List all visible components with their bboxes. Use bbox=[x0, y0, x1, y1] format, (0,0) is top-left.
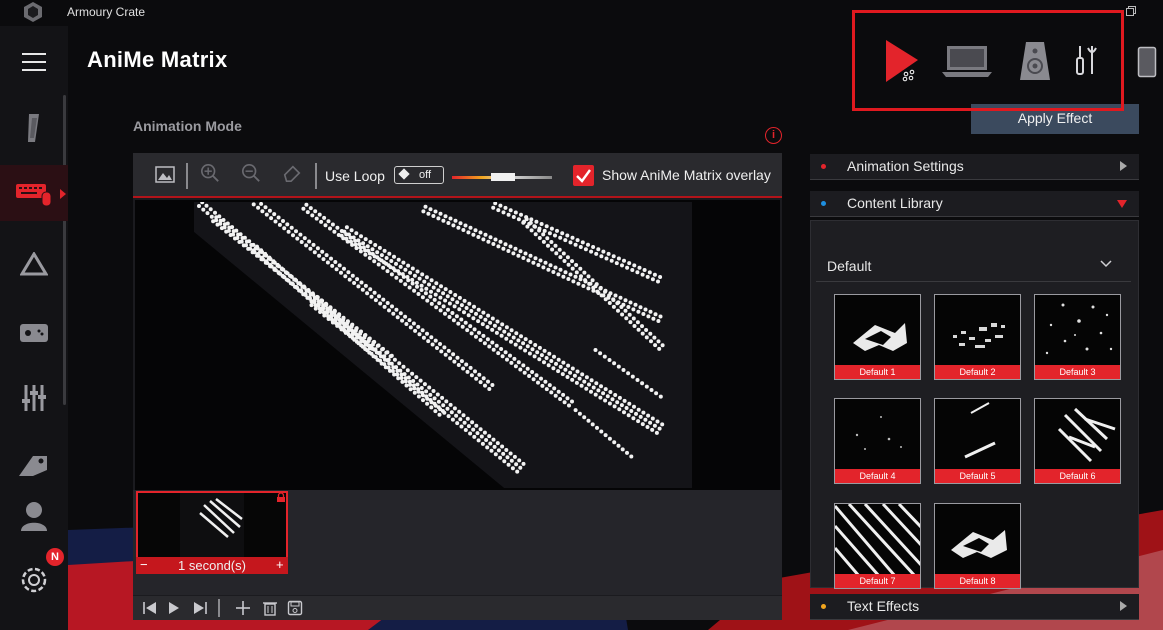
tools-icon[interactable] bbox=[1074, 44, 1098, 76]
toggle-knob bbox=[398, 168, 410, 180]
library-thumbnail[interactable]: Default 6 bbox=[1034, 398, 1121, 484]
frame-thumbnail bbox=[180, 493, 244, 559]
sidebar-item-deals[interactable] bbox=[0, 436, 68, 492]
speaker-icon[interactable] bbox=[1018, 40, 1052, 82]
scenario-profiles-icon bbox=[22, 385, 46, 411]
scatter-logo-preview bbox=[953, 323, 1005, 348]
use-loop-toggle[interactable]: off bbox=[394, 166, 444, 184]
animation-mode-label: Animation Mode bbox=[133, 118, 242, 134]
sidebar-item-scenario-profiles[interactable] bbox=[0, 370, 68, 426]
next-frame-icon[interactable] bbox=[192, 600, 208, 616]
playback-bar bbox=[133, 596, 782, 620]
game-library-icon bbox=[20, 324, 48, 342]
library-thumbnail[interactable]: Default 3 bbox=[1034, 294, 1121, 380]
play-icon[interactable] bbox=[166, 600, 182, 616]
rog-logo-icon bbox=[28, 114, 39, 142]
animation-settings-row[interactable]: Animation Settings bbox=[810, 154, 1139, 180]
content-library-dot bbox=[821, 201, 826, 206]
library-thumbnail[interactable]: Default 4 bbox=[834, 398, 921, 484]
animation-settings-dot bbox=[821, 164, 826, 169]
thumbnail-label: Default 1 bbox=[835, 365, 920, 379]
stars-preview bbox=[1045, 303, 1113, 355]
menu-icon bbox=[22, 53, 46, 71]
thumbnail-label: Default 5 bbox=[935, 469, 1020, 483]
app-title: Armoury Crate bbox=[67, 5, 146, 19]
aura-icon bbox=[20, 252, 48, 276]
comet-preview bbox=[964, 402, 996, 459]
user-center-icon bbox=[21, 502, 47, 531]
thumbnail-label: Default 2 bbox=[935, 365, 1020, 379]
play-effect-icon[interactable] bbox=[884, 38, 920, 84]
shatter-preview bbox=[1057, 407, 1116, 463]
frame-increase-button[interactable]: + bbox=[276, 557, 284, 572]
matrix-panel[interactable] bbox=[194, 200, 692, 488]
menu-button[interactable] bbox=[0, 34, 68, 90]
use-loop-label: Use Loop bbox=[325, 168, 385, 184]
toggle-state-label: off bbox=[419, 169, 432, 181]
settings-notification-badge: N bbox=[46, 548, 64, 566]
thumbnail-label: Default 7 bbox=[835, 574, 920, 588]
settings-icon bbox=[21, 567, 47, 593]
add-frame-icon[interactable] bbox=[235, 600, 251, 616]
matrix-led-pattern bbox=[194, 200, 692, 488]
toolbar-divider bbox=[186, 163, 188, 189]
window-restore-icon[interactable] bbox=[1126, 6, 1136, 16]
chevron-right-icon bbox=[1120, 161, 1127, 171]
library-thumbnail[interactable]: Default 1 bbox=[834, 294, 921, 380]
sidebar-item-device[interactable] bbox=[0, 165, 68, 221]
text-effects-label: Text Effects bbox=[847, 598, 920, 614]
sidebar-item-user-center[interactable] bbox=[0, 488, 68, 544]
dots-preview bbox=[855, 416, 902, 450]
thumbnail-label: Default 3 bbox=[1035, 365, 1120, 379]
rog-logo-preview bbox=[951, 530, 1007, 558]
content-library-row[interactable]: Content Library bbox=[810, 191, 1139, 217]
previous-frame-icon[interactable] bbox=[142, 600, 158, 616]
deals-icon bbox=[19, 456, 47, 476]
page-title: AniMe Matrix bbox=[87, 47, 228, 72]
library-thumbnail[interactable]: Default 8 bbox=[934, 503, 1021, 589]
library-dropdown-value: Default bbox=[827, 258, 872, 274]
thumbnail-label: Default 4 bbox=[835, 469, 920, 483]
playback-divider bbox=[218, 599, 220, 617]
toolbar-divider bbox=[315, 163, 317, 189]
frame-decrease-button[interactable]: − bbox=[140, 557, 148, 572]
eraser-icon[interactable] bbox=[281, 163, 303, 183]
delete-frame-icon[interactable] bbox=[262, 600, 278, 616]
thumbnail-label: Default 8 bbox=[935, 574, 1020, 588]
rog-logo-preview bbox=[853, 323, 907, 351]
zoom-in-icon[interactable] bbox=[199, 163, 221, 183]
save-icon[interactable] bbox=[287, 600, 303, 616]
sidebar-item-game-library[interactable] bbox=[0, 304, 68, 360]
device-keyboard-icon bbox=[16, 184, 52, 207]
chevron-down-icon bbox=[1117, 200, 1127, 208]
chevron-right-icon bbox=[1120, 601, 1127, 611]
lock-icon[interactable] bbox=[277, 493, 285, 502]
overlay-checkbox[interactable] bbox=[573, 165, 594, 186]
overlay-label: Show AniMe Matrix overlay bbox=[602, 167, 771, 183]
animation-settings-label: Animation Settings bbox=[847, 158, 964, 174]
image-import-icon[interactable] bbox=[155, 165, 177, 185]
sidebar-item-aura[interactable] bbox=[0, 236, 68, 292]
check-icon bbox=[576, 169, 591, 183]
library-thumbnail[interactable]: Default 5 bbox=[934, 398, 1021, 484]
text-effects-dot bbox=[821, 604, 826, 609]
library-thumbnail[interactable]: Default 2 bbox=[934, 294, 1021, 380]
laptop-icon[interactable] bbox=[942, 44, 992, 78]
content-library-label: Content Library bbox=[847, 195, 943, 211]
phone-icon[interactable] bbox=[1137, 46, 1157, 78]
sidebar-item-home[interactable] bbox=[0, 100, 68, 156]
info-icon[interactable]: i bbox=[765, 127, 782, 144]
armoury-crate-logo-icon bbox=[24, 2, 42, 22]
zoom-out-icon[interactable] bbox=[240, 163, 262, 183]
rain-lines-preview bbox=[835, 504, 920, 576]
library-thumbnail[interactable]: Default 7 bbox=[834, 503, 921, 589]
frame-duration-label: 1 second(s) bbox=[178, 558, 246, 573]
thumbnail-label: Default 6 bbox=[1035, 469, 1120, 483]
loop-speed-slider-knob[interactable] bbox=[491, 173, 515, 181]
chevron-down-icon[interactable] bbox=[1100, 258, 1112, 270]
text-effects-row[interactable]: Text Effects bbox=[810, 594, 1139, 620]
